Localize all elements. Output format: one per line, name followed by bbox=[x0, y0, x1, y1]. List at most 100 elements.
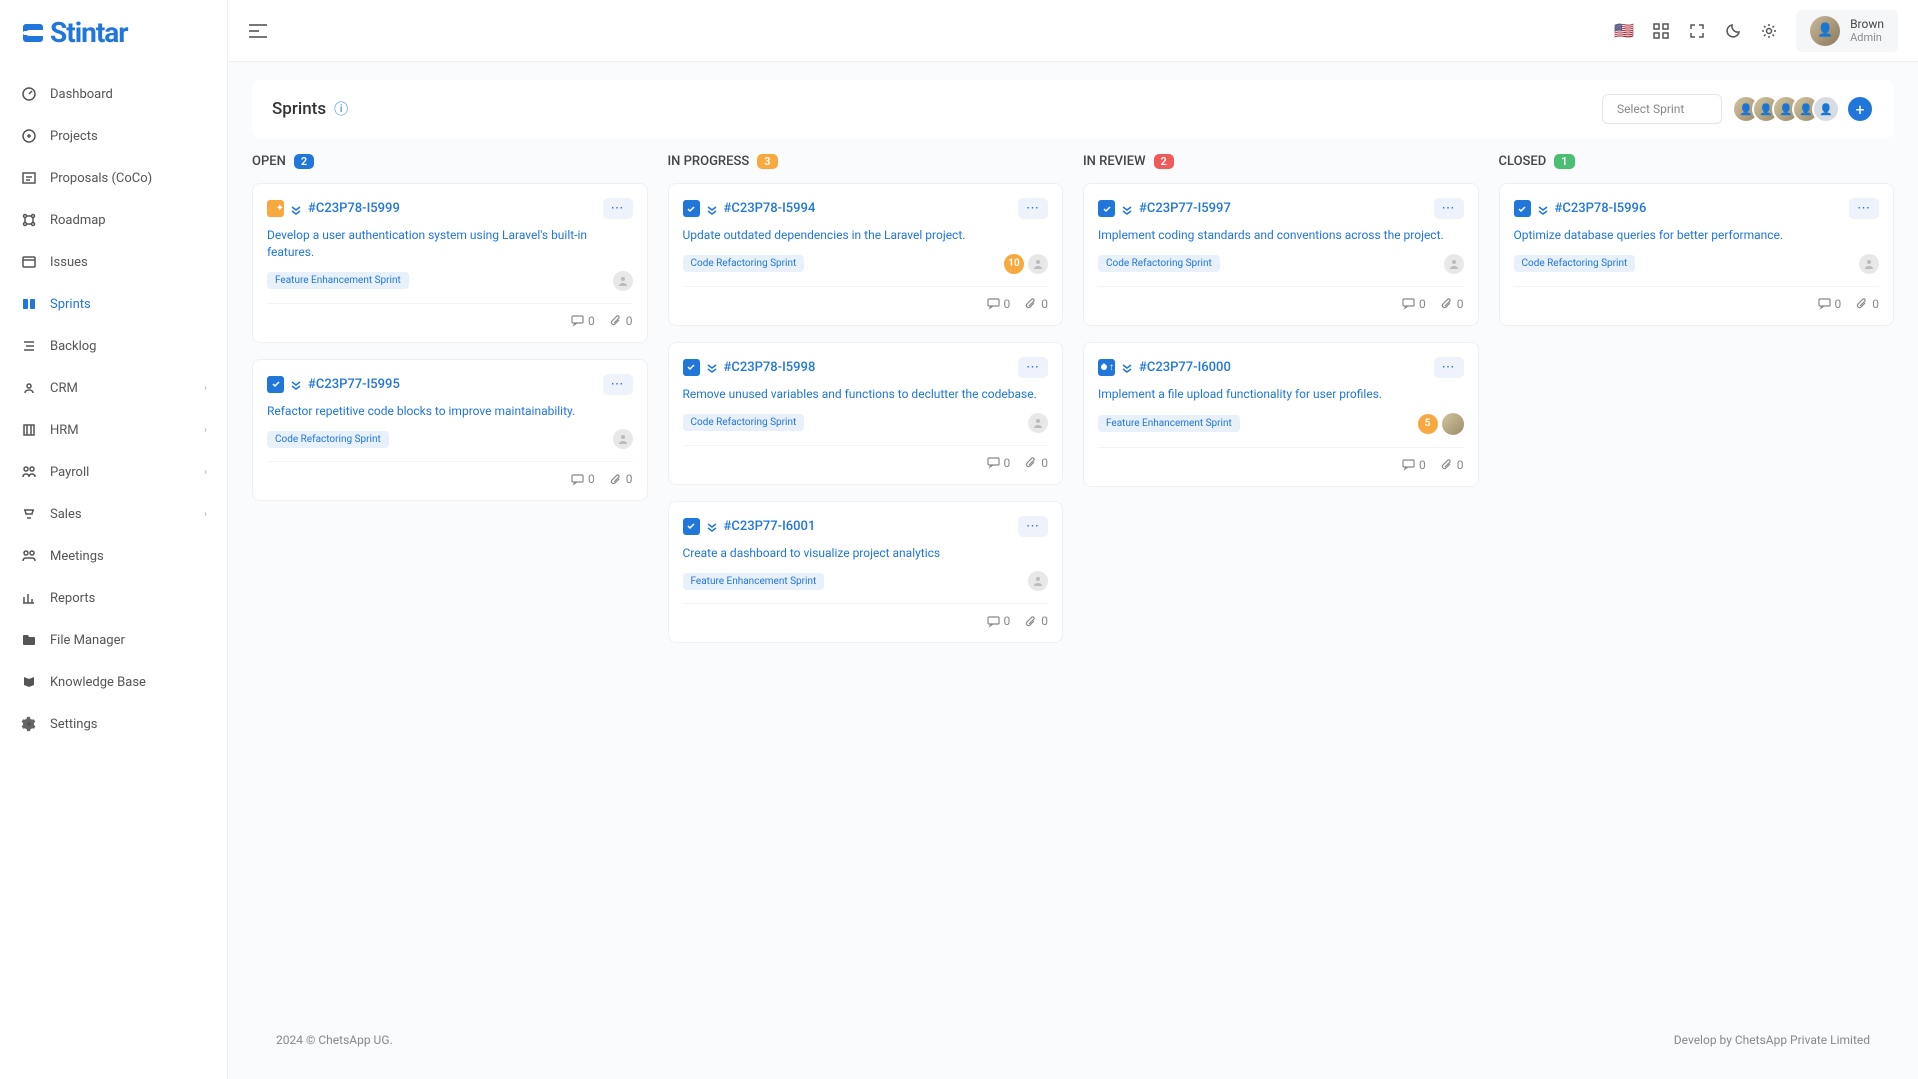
nav-dashboard[interactable]: Dashboard bbox=[0, 73, 227, 115]
issue-id[interactable]: #C23P77-I5995 bbox=[308, 377, 400, 392]
user-menu[interactable]: 👤 Brown Admin bbox=[1796, 10, 1898, 52]
issues-icon bbox=[20, 253, 38, 271]
issue-title[interactable]: Create a dashboard to visualize project … bbox=[683, 545, 1049, 562]
assignee-avatars[interactable]: 👤👤👤👤👤 bbox=[1732, 95, 1840, 123]
issue-id[interactable]: #C23P77-I6000 bbox=[1139, 360, 1231, 375]
sprint-tag[interactable]: Code Refactoring Sprint bbox=[1514, 255, 1636, 272]
task-icon bbox=[683, 359, 700, 376]
sprint-tag[interactable]: Code Refactoring Sprint bbox=[683, 255, 805, 272]
column-review: IN REVIEW2 #C23P77-I5997 ⋯ Implement cod… bbox=[1083, 152, 1479, 1019]
issue-title[interactable]: Optimize database queries for better per… bbox=[1514, 227, 1880, 244]
comments-count[interactable]: 0 bbox=[987, 614, 1011, 628]
nav-backlog[interactable]: Backlog bbox=[0, 325, 227, 367]
issue-id[interactable]: #C23P78-I5999 bbox=[308, 201, 400, 216]
proposals-icon bbox=[20, 169, 38, 187]
issue-id[interactable]: #C23P77-I6001 bbox=[724, 519, 816, 534]
issue-title[interactable]: Refactor repetitive code blocks to impro… bbox=[267, 403, 633, 420]
issue-card[interactable]: ↑ #C23P77-I6000 ⋯ Implement a file uploa… bbox=[1083, 342, 1479, 487]
sprint-tag[interactable]: Code Refactoring Sprint bbox=[267, 431, 389, 448]
footer-right: Develop by ChetsApp Private Limited bbox=[1674, 1033, 1870, 1047]
sprint-tag[interactable]: Code Refactoring Sprint bbox=[1098, 255, 1220, 272]
nav-filemanager[interactable]: File Manager bbox=[0, 619, 227, 661]
issue-title[interactable]: Implement a file upload functionality fo… bbox=[1098, 386, 1464, 403]
attachments-count[interactable]: 0 bbox=[609, 472, 633, 486]
nav-roadmap[interactable]: Roadmap bbox=[0, 199, 227, 241]
attachments-count[interactable]: 0 bbox=[1024, 297, 1048, 311]
nav-settings[interactable]: Settings bbox=[0, 703, 227, 745]
issue-card[interactable]: ✦ #C23P78-I5999 ⋯ Develop a user authent… bbox=[252, 183, 648, 343]
issue-title[interactable]: Develop a user authentication system usi… bbox=[267, 227, 633, 261]
info-icon[interactable]: ⓘ bbox=[334, 99, 348, 119]
nav: Dashboard Projects Proposals (CoCo) Road… bbox=[0, 65, 227, 1079]
issue-card[interactable]: #C23P77-I5997 ⋯ Implement coding standar… bbox=[1083, 183, 1479, 326]
card-menu[interactable]: ⋯ bbox=[1018, 516, 1048, 537]
nav-sprints[interactable]: Sprints bbox=[0, 283, 227, 325]
unassigned-icon bbox=[1444, 254, 1464, 274]
reports-icon bbox=[20, 589, 38, 607]
attachments-count[interactable]: 0 bbox=[609, 314, 633, 328]
issue-title[interactable]: Remove unused variables and functions to… bbox=[683, 386, 1049, 403]
nav-proposals[interactable]: Proposals (CoCo) bbox=[0, 157, 227, 199]
issue-card[interactable]: #C23P78-I5998 ⋯ Remove unused variables … bbox=[668, 342, 1064, 485]
nav-meetings[interactable]: Meetings bbox=[0, 535, 227, 577]
issue-card[interactable]: #C23P77-I5995 ⋯ Refactor repetitive code… bbox=[252, 359, 648, 502]
card-menu[interactable]: ⋯ bbox=[1018, 198, 1048, 219]
language-selector[interactable]: 🇺🇸 bbox=[1614, 21, 1634, 40]
issue-card[interactable]: #C23P78-I5996 ⋯ Optimize database querie… bbox=[1499, 183, 1895, 326]
attachments-count[interactable]: 0 bbox=[1855, 297, 1879, 311]
task-icon bbox=[1098, 200, 1115, 217]
add-button[interactable]: + bbox=[1846, 95, 1874, 123]
comments-count[interactable]: 0 bbox=[1402, 458, 1426, 472]
settings-icon[interactable] bbox=[1760, 22, 1778, 40]
nav-crm[interactable]: CRM› bbox=[0, 367, 227, 409]
card-menu[interactable]: ⋯ bbox=[1434, 198, 1464, 219]
select-sprint[interactable]: Select Sprint bbox=[1602, 94, 1722, 124]
comments-count[interactable]: 0 bbox=[571, 472, 595, 486]
card-menu[interactable]: ⋯ bbox=[603, 374, 633, 395]
nav-projects[interactable]: Projects bbox=[0, 115, 227, 157]
sprint-tag[interactable]: Feature Enhancement Sprint bbox=[267, 272, 409, 289]
card-menu[interactable]: ⋯ bbox=[1018, 357, 1048, 378]
attachments-count[interactable]: 0 bbox=[1024, 456, 1048, 470]
nav-knowledge[interactable]: Knowledge Base bbox=[0, 661, 227, 703]
card-menu[interactable]: ⋯ bbox=[603, 198, 633, 219]
nav-reports[interactable]: Reports bbox=[0, 577, 227, 619]
unassigned-icon bbox=[613, 271, 633, 291]
issue-id[interactable]: #C23P78-I5998 bbox=[724, 360, 816, 375]
card-menu[interactable]: ⋯ bbox=[1849, 198, 1879, 219]
issue-id[interactable]: #C23P78-I5994 bbox=[724, 201, 816, 216]
sprint-tag[interactable]: Feature Enhancement Sprint bbox=[1098, 415, 1240, 432]
nav-hrm[interactable]: HRM› bbox=[0, 409, 227, 451]
comments-count[interactable]: 0 bbox=[571, 314, 595, 328]
card-menu[interactable]: ⋯ bbox=[1434, 357, 1464, 378]
roadmap-icon bbox=[20, 211, 38, 229]
nav-issues[interactable]: Issues bbox=[0, 241, 227, 283]
issue-id[interactable]: #C23P78-I5996 bbox=[1555, 201, 1647, 216]
issue-card[interactable]: #C23P77-I6001 ⋯ Create a dashboard to vi… bbox=[668, 501, 1064, 644]
sprint-tag[interactable]: Code Refactoring Sprint bbox=[683, 414, 805, 431]
issue-id[interactable]: #C23P77-I5997 bbox=[1139, 201, 1231, 216]
task-icon bbox=[267, 376, 284, 393]
priority-icon bbox=[706, 361, 718, 373]
comments-count[interactable]: 0 bbox=[987, 456, 1011, 470]
fullscreen-icon[interactable] bbox=[1688, 22, 1706, 40]
comments-count[interactable]: 0 bbox=[1402, 297, 1426, 311]
apps-icon[interactable] bbox=[1652, 22, 1670, 40]
theme-toggle[interactable] bbox=[1724, 22, 1742, 40]
attachments-count[interactable]: 0 bbox=[1024, 614, 1048, 628]
attachments-count[interactable]: 0 bbox=[1440, 297, 1464, 311]
menu-toggle[interactable] bbox=[248, 23, 268, 39]
logo[interactable]: Stintar bbox=[0, 0, 227, 65]
sprints-icon bbox=[20, 295, 38, 313]
task-icon bbox=[1514, 200, 1531, 217]
sprint-tag[interactable]: Feature Enhancement Sprint bbox=[683, 573, 825, 590]
comments-count[interactable]: 0 bbox=[987, 297, 1011, 311]
nav-sales[interactable]: Sales› bbox=[0, 493, 227, 535]
issue-card[interactable]: #C23P78-I5994 ⋯ Update outdated dependen… bbox=[668, 183, 1064, 326]
attachments-count[interactable]: 0 bbox=[1440, 458, 1464, 472]
issue-title[interactable]: Update outdated dependencies in the Lara… bbox=[683, 227, 1049, 244]
nav-payroll[interactable]: Payroll› bbox=[0, 451, 227, 493]
count-badge: 1 bbox=[1554, 154, 1574, 169]
issue-title[interactable]: Implement coding standards and conventio… bbox=[1098, 227, 1464, 244]
comments-count[interactable]: 0 bbox=[1818, 297, 1842, 311]
